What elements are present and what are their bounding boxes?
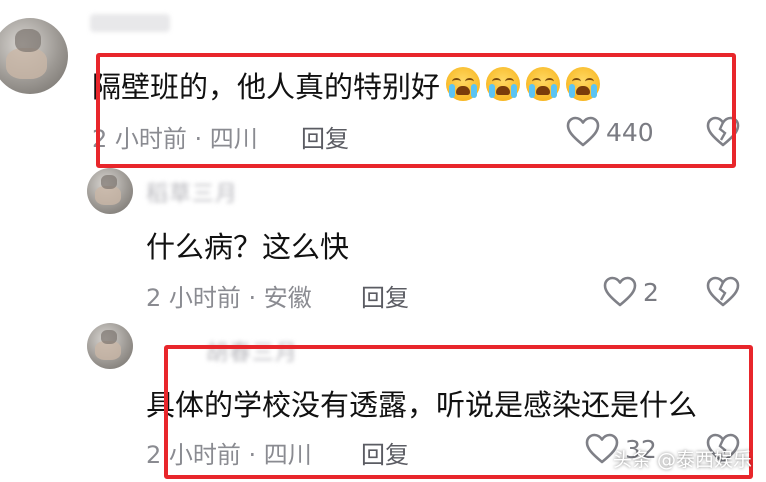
like-count: 2	[643, 277, 659, 307]
avatar[interactable]	[0, 18, 68, 94]
highlight-box	[96, 53, 736, 168]
like-button[interactable]: 2	[603, 276, 659, 308]
reply-text: 什么病？这么快	[146, 230, 350, 264]
avatar[interactable]	[87, 323, 133, 369]
comment-nickname-blurred	[90, 14, 170, 32]
reply-nickname[interactable]: 稻草三月	[146, 176, 238, 208]
reply-button[interactable]: 回复	[361, 278, 409, 313]
reply-meta: 2 小时前 · 安徽	[146, 284, 312, 312]
dislike-icon[interactable]	[706, 276, 740, 308]
heart-icon	[603, 276, 637, 308]
avatar[interactable]	[87, 168, 133, 214]
watermark: 头条 @泰西娱乐	[612, 449, 752, 471]
